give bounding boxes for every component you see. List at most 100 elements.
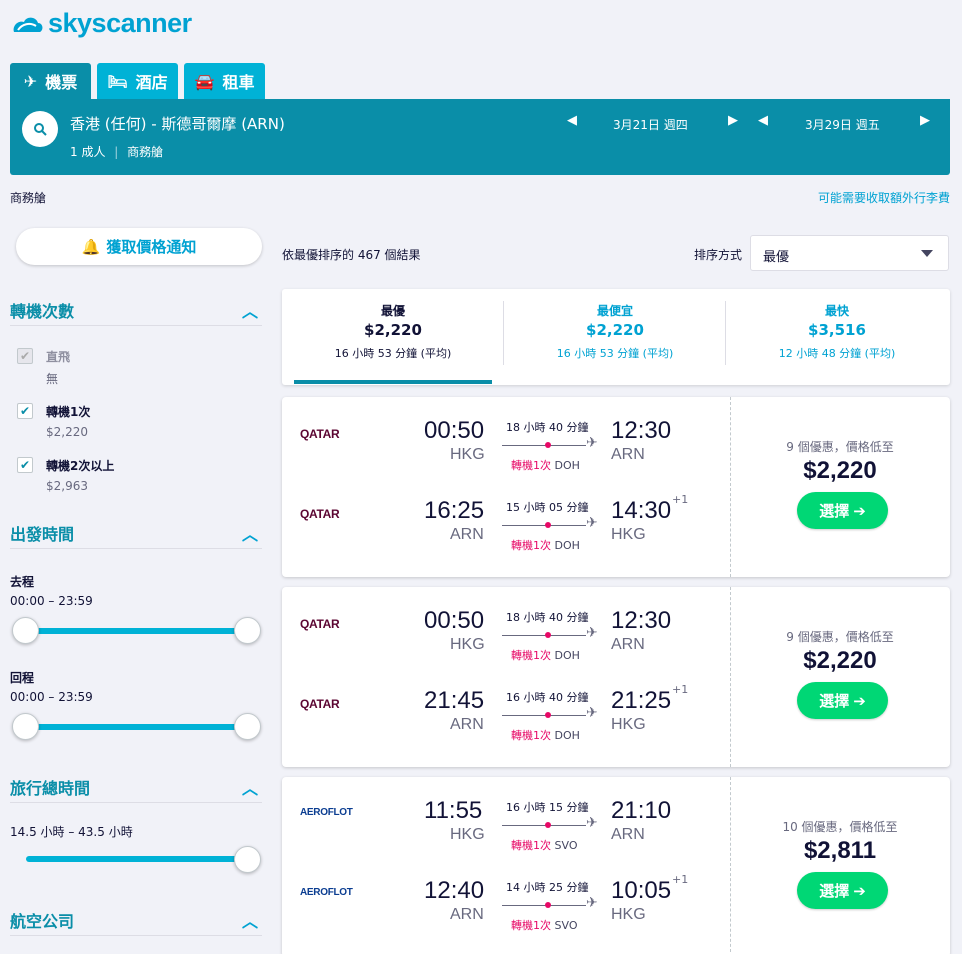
divider xyxy=(10,935,262,936)
result-price: $2,220 xyxy=(803,647,877,674)
prev-depart-date-button[interactable]: ◀ xyxy=(567,113,577,128)
duration-filter-title[interactable]: 旅行總時間 xyxy=(10,775,90,799)
bag-fee-link[interactable]: 可能需要收取額外行李費 xyxy=(818,189,950,206)
flight-result-card[interactable]: QATAR 00:50 HKG 18 小時 40 分鐘 ✈ 轉機1次 DOH 1… xyxy=(282,587,950,767)
stop-dot xyxy=(545,712,551,718)
duration-slider-handle[interactable] xyxy=(234,846,261,873)
divider xyxy=(10,548,262,549)
best-duration: 16 小時 53 分鐘 (平均) xyxy=(334,347,452,360)
departure-time: 21:45 xyxy=(424,687,485,714)
next-day-indicator: +1 xyxy=(672,493,689,506)
chevron-up-icon[interactable]: ︿ xyxy=(242,775,258,799)
arrow-right-icon: ➔ xyxy=(853,691,866,710)
stop-dot xyxy=(545,822,551,828)
direct-checkbox[interactable]: ✔ xyxy=(17,348,33,364)
two-plus-stops-label: 轉機2次以上 xyxy=(46,459,115,473)
arrow-right-icon: ➔ xyxy=(853,501,866,520)
sort-value: 最優 xyxy=(763,250,790,265)
arrival-time: 12:30 xyxy=(611,417,672,444)
cabin-text: 商務艙 xyxy=(127,145,164,159)
plane-icon: ✈ xyxy=(586,815,598,831)
return-label: 回程 xyxy=(10,671,35,685)
return-slider-min-handle[interactable] xyxy=(12,713,39,740)
departure-airport: HKG xyxy=(450,826,485,843)
sort-label: 排序方式 xyxy=(694,248,743,262)
tab-cheapest[interactable]: 最便宜 $2,220 16 小時 53 分鐘 (平均) xyxy=(504,289,726,385)
card-divider xyxy=(730,777,731,954)
stops-info: 轉機1次 SVO xyxy=(511,839,578,852)
next-day-indicator: +1 xyxy=(672,873,689,886)
chevron-up-icon[interactable]: ︿ xyxy=(242,521,258,545)
arrival-airport: HKG xyxy=(611,716,646,733)
departure-times-title[interactable]: 出發時間 xyxy=(10,521,74,545)
best-title: 最優 xyxy=(380,304,405,318)
fastest-duration: 12 小時 48 分鐘 (平均) xyxy=(778,347,896,360)
plane-icon: ✈ xyxy=(23,71,38,91)
arrival-airport: ARN xyxy=(611,446,645,463)
select-button[interactable]: 選擇 ➔ xyxy=(797,492,888,529)
cloud-logo-icon xyxy=(13,17,43,32)
outbound-slider-track[interactable] xyxy=(26,628,248,634)
result-price: $2,811 xyxy=(803,837,877,864)
route-line xyxy=(502,825,586,826)
tab-fastest[interactable]: 最快 $3,516 12 小時 48 分鐘 (平均) xyxy=(726,289,948,385)
flight-duration: 18 小時 40 分鐘 xyxy=(506,611,589,624)
tab-hotels[interactable]: 🛏 酒店 xyxy=(97,63,178,99)
separator: | xyxy=(114,145,119,159)
arrival-time: 10:05 xyxy=(611,877,672,904)
price-alert-label: 獲取價格通知 xyxy=(106,238,197,256)
duration-range: 14.5 小時 – 43.5 小時 xyxy=(10,825,133,839)
result-price: $2,220 xyxy=(803,457,877,484)
bed-icon: 🛏 xyxy=(107,71,128,91)
one-stop-label: 轉機1次 xyxy=(46,405,91,419)
plane-icon: ✈ xyxy=(586,895,598,911)
fastest-price: $3,516 xyxy=(808,321,866,339)
route-text[interactable]: 香港 (任何) - 斯德哥爾摩 (ARN) xyxy=(70,113,285,134)
one-stop-price: $2,220 xyxy=(46,425,88,439)
tab-flights[interactable]: ✈ 機票 xyxy=(10,63,91,99)
search-button[interactable] xyxy=(22,111,58,147)
return-date[interactable]: 3月29日 週五 xyxy=(805,116,880,133)
card-divider xyxy=(730,587,731,767)
select-button[interactable]: 選擇 ➔ xyxy=(797,682,888,719)
tab-best[interactable]: 最優 $2,220 16 小時 53 分鐘 (平均) xyxy=(282,289,504,385)
stops-info: 轉機1次 SVO xyxy=(511,919,578,932)
two-plus-stops-price: $2,963 xyxy=(46,479,88,493)
prev-return-date-button[interactable]: ◀ xyxy=(758,113,768,128)
chevron-up-icon[interactable]: ︿ xyxy=(242,908,258,932)
airlines-filter-title[interactable]: 航空公司 xyxy=(10,908,74,932)
price-alert-button[interactable]: 🔔 獲取價格通知 xyxy=(16,228,262,265)
airline-logo: AEROFLOT xyxy=(300,887,353,898)
next-return-date-button[interactable]: ▶ xyxy=(920,113,930,128)
duration-slider-track[interactable] xyxy=(26,856,248,862)
arrow-right-icon: ➔ xyxy=(853,881,866,900)
outbound-slider-min-handle[interactable] xyxy=(12,617,39,644)
passenger-cabin[interactable]: 1 成人 | 商務艙 xyxy=(70,143,163,160)
skyscanner-logo[interactable]: skyscanner xyxy=(10,8,192,39)
direct-price: 無 xyxy=(46,372,59,386)
outbound-slider-max-handle[interactable] xyxy=(234,617,261,644)
depart-date[interactable]: 3月21日 週四 xyxy=(613,116,688,133)
flight-result-card[interactable]: AEROFLOT 11:55 HKG 16 小時 15 分鐘 ✈ 轉機1次 SV… xyxy=(282,777,950,954)
return-slider-track[interactable] xyxy=(26,724,248,730)
route-line xyxy=(502,525,586,526)
tab-cars[interactable]: 🚘 租車 xyxy=(184,63,265,99)
departure-time: 12:40 xyxy=(424,877,485,904)
two-plus-stops-checkbox[interactable]: ✔ xyxy=(17,457,33,473)
chevron-up-icon[interactable]: ︿ xyxy=(242,298,258,322)
sort-select[interactable]: 最優 xyxy=(750,235,949,271)
stops-filter-title[interactable]: 轉機次數 xyxy=(10,298,74,322)
flight-result-card[interactable]: QATAR 00:50 HKG 18 小時 40 分鐘 ✈ 轉機1次 DOH 1… xyxy=(282,397,950,577)
stops-info: 轉機1次 DOH xyxy=(511,539,580,552)
return-slider-max-handle[interactable] xyxy=(234,713,261,740)
arrival-time: 12:30 xyxy=(611,607,672,634)
plane-icon: ✈ xyxy=(586,625,598,641)
select-button[interactable]: 選擇 ➔ xyxy=(797,872,888,909)
passengers-text: 1 成人 xyxy=(70,145,106,159)
next-depart-date-button[interactable]: ▶ xyxy=(728,113,738,128)
cheapest-duration: 16 小時 53 分鐘 (平均) xyxy=(556,347,674,360)
airline-logo: AEROFLOT xyxy=(300,807,353,818)
airline-logo: QATAR xyxy=(300,697,340,711)
stops-info: 轉機1次 DOH xyxy=(511,649,580,662)
one-stop-checkbox[interactable]: ✔ xyxy=(17,403,33,419)
